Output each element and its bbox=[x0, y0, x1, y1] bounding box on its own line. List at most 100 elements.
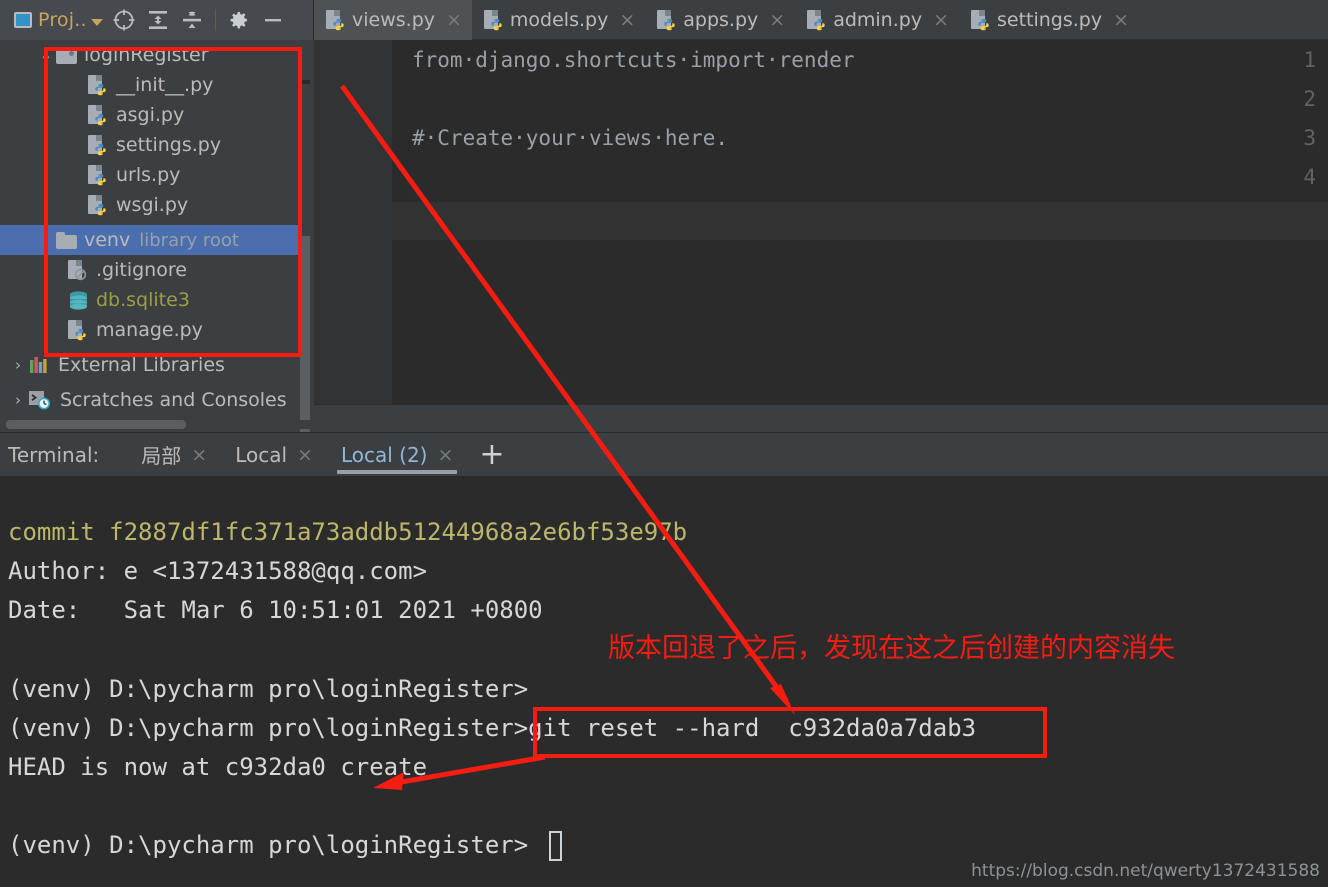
settings-gear-icon[interactable] bbox=[222, 3, 256, 37]
terminal-tab-local[interactable]: Local × bbox=[221, 433, 327, 477]
database-icon bbox=[68, 290, 89, 310]
tree-item-asgi[interactable]: asgi.py bbox=[0, 100, 300, 130]
tree-item-scratches-and-consoles[interactable]: › Scratches and Consoles bbox=[0, 385, 300, 415]
python-file-icon bbox=[326, 9, 345, 31]
tree-item-external-libraries[interactable]: › External Libraries bbox=[0, 350, 300, 380]
tree-item-label: .gitignore bbox=[96, 259, 187, 281]
terminal-tab-local-2[interactable]: Local (2) × bbox=[327, 433, 467, 477]
tree-item-suffix: library root bbox=[139, 229, 239, 251]
caret-line-highlight bbox=[392, 202, 1328, 240]
code-editor[interactable]: 1 2 3 4 from·django.shortcuts·import·ren… bbox=[314, 40, 1328, 404]
add-terminal-tab-button[interactable]: + bbox=[467, 439, 516, 470]
tree-item-settings[interactable]: settings.py bbox=[0, 130, 300, 160]
close-icon[interactable]: × bbox=[769, 9, 785, 31]
tree-item-venv[interactable]: › venv library root bbox=[0, 225, 300, 255]
tree-item-init[interactable]: __init__.py bbox=[0, 70, 300, 100]
terminal-tab-jubu[interactable]: 局部 × bbox=[127, 433, 221, 477]
folder-icon bbox=[56, 231, 77, 249]
editor-tab-bar: views.py × models.py × apps.py × admin.p… bbox=[314, 0, 1328, 40]
terminal-line-head: HEAD is now at c932da0 create bbox=[8, 753, 428, 781]
top-toolbar: Proj.. views.py × models.py × apps.py × … bbox=[0, 0, 1328, 40]
tree-item-label: manage.py bbox=[96, 319, 203, 341]
tree-item-label: __init__.py bbox=[116, 74, 214, 96]
tree-item-manage-py[interactable]: manage.py bbox=[0, 315, 300, 345]
chevron-right-icon[interactable]: › bbox=[8, 356, 28, 374]
pycharm-window: Proj.. views.py × models.py × apps.py × … bbox=[0, 0, 1328, 887]
project-window-icon bbox=[14, 12, 32, 28]
terminal-line-prompt-2: (venv) D:\pycharm pro\loginRegister> bbox=[8, 831, 529, 859]
line-number: 2 bbox=[1303, 87, 1316, 111]
close-icon[interactable]: × bbox=[1113, 9, 1129, 31]
terminal-tab-label: Local (2) bbox=[340, 442, 428, 467]
line-number: 1 bbox=[1303, 48, 1316, 72]
libraries-icon bbox=[28, 356, 50, 374]
minimize-icon[interactable] bbox=[256, 3, 290, 37]
chevron-down-icon bbox=[90, 18, 103, 26]
editor-tab-label: apps.py bbox=[683, 9, 759, 31]
editor-tab-views[interactable]: views.py × bbox=[314, 0, 472, 40]
python-file-icon bbox=[88, 104, 107, 126]
close-icon[interactable]: × bbox=[297, 444, 313, 466]
terminal-cursor bbox=[549, 831, 562, 861]
python-file-icon bbox=[68, 319, 87, 341]
line-number: 3 bbox=[1303, 126, 1316, 150]
annotation-note-text: 版本回退了之后，发现在这之后创建的内容消失 bbox=[608, 633, 1175, 664]
chevron-down-icon[interactable]: ⌄ bbox=[36, 46, 56, 64]
toolbar-divider bbox=[214, 9, 216, 31]
terminal-tab-label: Local bbox=[235, 442, 288, 467]
terminal-line-date: Date: Sat Mar 6 10:51:01 2021 +0800 bbox=[8, 596, 543, 624]
editor-tab-models[interactable]: models.py × bbox=[472, 0, 645, 40]
chevron-right-icon[interactable]: › bbox=[36, 231, 56, 249]
tree-item-label: loginRegister bbox=[84, 44, 209, 66]
terminal-tab-label: 局部 bbox=[141, 444, 182, 468]
code-line: from·django.shortcuts·import·render bbox=[412, 48, 855, 72]
tree-item-gitignore[interactable]: .gitignore bbox=[0, 255, 300, 285]
python-file-icon bbox=[88, 164, 107, 186]
tree-item-label: urls.py bbox=[116, 164, 181, 186]
tree-item-label: wsgi.py bbox=[116, 194, 189, 216]
python-file-icon bbox=[657, 9, 676, 31]
close-icon[interactable]: × bbox=[191, 444, 207, 466]
close-icon[interactable]: × bbox=[619, 9, 635, 31]
editor-tab-label: views.py bbox=[352, 9, 435, 31]
close-icon[interactable]: × bbox=[437, 444, 453, 466]
tree-item-label: settings.py bbox=[116, 134, 222, 156]
editor-tab-apps[interactable]: apps.py × bbox=[645, 0, 795, 40]
project-tree-horizontal-scrollbar[interactable] bbox=[6, 420, 186, 429]
terminal-line-command: (venv) D:\pycharm pro\loginRegister>git … bbox=[8, 714, 977, 742]
editor-tab-label: models.py bbox=[509, 9, 609, 31]
locate-target-icon[interactable] bbox=[107, 3, 141, 37]
project-tree-panel: ⌄ loginRegister __init__.py asgi.py sett… bbox=[0, 40, 314, 432]
ignored-file-icon bbox=[68, 259, 87, 281]
watermark: https://blog.csdn.net/qwerty1372431588 bbox=[971, 861, 1320, 881]
project-view-selector[interactable]: Proj.. bbox=[10, 4, 107, 36]
tree-item-urls[interactable]: urls.py bbox=[0, 160, 300, 190]
tree-item-loginregister[interactable]: ⌄ loginRegister bbox=[0, 40, 300, 70]
python-file-icon bbox=[88, 134, 107, 156]
tree-item-wsgi[interactable]: wsgi.py bbox=[0, 190, 300, 220]
line-number: 4 bbox=[1303, 165, 1316, 189]
python-file-icon bbox=[88, 194, 107, 216]
terminal-line-prompt-1: (venv) D:\pycharm pro\loginRegister> bbox=[8, 675, 529, 703]
expand-all-icon[interactable] bbox=[141, 3, 175, 37]
scratches-icon bbox=[28, 390, 52, 410]
editor-tab-label: admin.py bbox=[833, 9, 923, 31]
editor-tab-admin[interactable]: admin.py × bbox=[795, 0, 959, 40]
tree-item-db-sqlite3[interactable]: db.sqlite3 bbox=[0, 285, 300, 315]
terminal-panel-title: Terminal: bbox=[8, 442, 100, 467]
terminal-output[interactable]: commit f2887df1fc371a73addb51244968a2e6b… bbox=[0, 476, 1328, 887]
terminal-line-commit: commit f2887df1fc371a73addb51244968a2e6b… bbox=[8, 518, 688, 546]
project-tree: ⌄ loginRegister __init__.py asgi.py sett… bbox=[0, 40, 300, 422]
chevron-right-icon[interactable]: › bbox=[8, 391, 28, 409]
editor-tab-label: settings.py bbox=[997, 9, 1103, 31]
editor-gutter bbox=[314, 40, 392, 404]
python-file-icon bbox=[971, 9, 990, 31]
tree-item-label: venv bbox=[84, 229, 131, 251]
editor-tab-settings[interactable]: settings.py × bbox=[959, 0, 1139, 40]
tree-item-label: asgi.py bbox=[116, 104, 185, 126]
close-icon[interactable]: × bbox=[446, 9, 462, 31]
project-tree-vertical-scrollbar[interactable] bbox=[300, 236, 310, 432]
close-icon[interactable]: × bbox=[933, 9, 949, 31]
editor-bottom-strip bbox=[314, 404, 1328, 432]
collapse-all-icon[interactable] bbox=[175, 3, 209, 37]
